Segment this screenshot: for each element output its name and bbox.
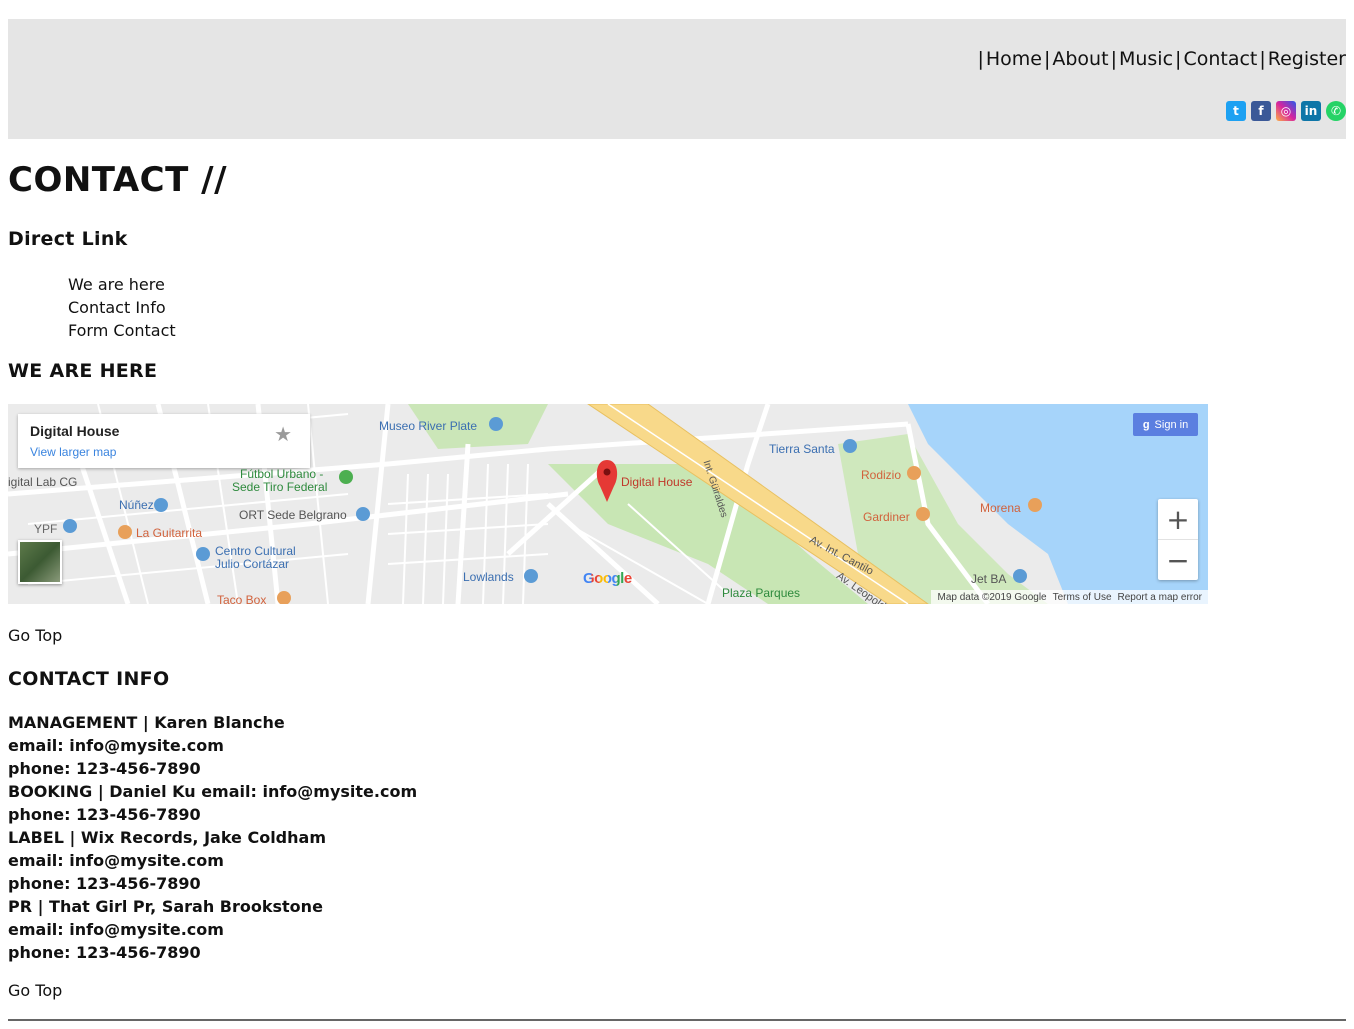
map-label: La Guitarrita	[136, 526, 203, 540]
contact-line: email: info@mysite.com	[8, 736, 224, 755]
map-label: YPF	[34, 522, 58, 536]
map-label: igital Lab CG	[8, 475, 78, 489]
zoom-out-button[interactable]: −	[1158, 540, 1198, 580]
view-larger-map-link[interactable]: View larger map	[30, 445, 116, 459]
map-label: Lowlands	[463, 570, 514, 584]
map-report-link[interactable]: Report a map error	[1118, 592, 1202, 603]
nav-separator: |	[1043, 48, 1051, 70]
contact-line: email: info@mysite.com	[8, 851, 224, 870]
contact-info-link[interactable]: Contact Info	[68, 298, 166, 317]
contact-info-heading: CONTACT INFO	[8, 668, 170, 690]
nav-separator: |	[1175, 48, 1182, 70]
main-nav: | Home | About | Music | Contact | Register	[975, 48, 1346, 70]
contact-line: phone: 123-456-7890	[8, 943, 201, 962]
map-label: Rodizio	[861, 468, 902, 482]
nav-separator: |	[1110, 48, 1117, 70]
nav-music-link[interactable]: Music	[1119, 48, 1173, 70]
contact-line: phone: 123-456-7890	[8, 874, 201, 893]
map-place-card: Digital House View larger map ★	[18, 414, 310, 468]
we-are-here-link[interactable]: We are here	[68, 275, 165, 294]
map-label: Centro Cultural	[215, 544, 296, 558]
map-place-name: Digital House	[30, 423, 120, 439]
facebook-icon[interactable]: f	[1251, 101, 1271, 121]
direct-link-heading: Direct Link	[8, 228, 128, 250]
form-contact-link[interactable]: Form Contact	[68, 321, 176, 340]
go-top-container: Go Top	[8, 981, 62, 1000]
map-sign-in-button[interactable]: g Sign in	[1133, 413, 1198, 436]
contact-info-block: MANAGEMENT | Karen Blanche email: info@m…	[8, 711, 417, 964]
direct-link-list: We are here Contact Info Form Contact	[68, 273, 176, 342]
linkedin-icon[interactable]: in	[1301, 101, 1321, 121]
whatsapp-icon[interactable]: ✆	[1326, 101, 1346, 121]
map-label: Morena	[980, 501, 1021, 515]
go-top-link[interactable]: Go Top	[8, 626, 62, 645]
contact-line: BOOKING | Daniel Ku email: info@mysite.c…	[8, 782, 418, 801]
twitter-icon[interactable]: t	[1226, 101, 1246, 121]
nav-separator: |	[1259, 48, 1266, 70]
go-top-container: Go Top	[8, 626, 62, 645]
we-are-here-heading: WE ARE HERE	[8, 360, 158, 382]
map-marker-label: Digital House	[621, 475, 693, 489]
google-logo-text: Google	[583, 570, 632, 587]
map-label: Fútbol Urbano -	[240, 467, 324, 481]
star-icon[interactable]: ★	[274, 422, 292, 446]
map-label: Taco Box	[217, 593, 267, 604]
social-links: t f ◎ in ✆	[1226, 101, 1346, 121]
nav-home-link[interactable]: Home	[986, 48, 1042, 70]
google-logo: Google	[583, 570, 632, 587]
contact-line: phone: 123-456-7890	[8, 805, 201, 824]
nav-separator: |	[977, 48, 984, 70]
contact-line: LABEL | Wix Records, Jake Coldham	[8, 828, 326, 847]
map-label: Núñez	[119, 498, 154, 512]
site-header: | Home | About | Music | Contact | Register t f ◎…	[8, 19, 1346, 139]
map-label: Museo River Plate	[379, 419, 478, 433]
map-label: Julio Cortázar	[215, 557, 290, 571]
nav-about-link[interactable]: About	[1052, 48, 1108, 70]
map-label: ORT Sede Belgrano	[239, 508, 347, 522]
page-title: CONTACT //	[8, 160, 227, 200]
contact-line: MANAGEMENT | Karen Blanche	[8, 713, 285, 732]
map-terms-link[interactable]: Terms of Use	[1053, 592, 1112, 603]
contact-line: PR | That Girl Pr, Sarah Brookstone	[8, 897, 323, 916]
google-g-icon: g	[1142, 418, 1150, 431]
map-zoom-control: + −	[1158, 499, 1198, 580]
map-label: Sede Tiro Federal	[232, 480, 328, 494]
list-item: Contact Info	[68, 296, 176, 319]
list-item: We are here	[68, 273, 176, 296]
contact-line: phone: 123-456-7890	[8, 759, 201, 778]
nav-register-link[interactable]: Register	[1268, 48, 1346, 70]
go-top-link[interactable]: Go Top	[8, 981, 62, 1000]
map-label: Plaza Parques	[722, 586, 801, 600]
zoom-in-button[interactable]: +	[1158, 499, 1198, 540]
list-item: Form Contact	[68, 319, 176, 342]
sign-in-label: Sign in	[1154, 418, 1189, 431]
satellite-toggle[interactable]	[18, 540, 62, 584]
embedded-map[interactable]: Museo River Plate Fútbol Urbano - Sede T…	[8, 404, 1208, 604]
instagram-icon[interactable]: ◎	[1276, 101, 1296, 121]
map-label: Tierra Santa	[769, 442, 835, 456]
map-attribution: Map data ©2019 Google	[937, 591, 1047, 603]
divider	[8, 1019, 1346, 1021]
map-label: Gardiner	[863, 510, 910, 524]
nav-contact-link[interactable]: Contact	[1183, 48, 1257, 70]
map-label: Jet BA	[971, 572, 1007, 586]
contact-line: email: info@mysite.com	[8, 920, 224, 939]
map-attribution-bar: Map data ©2019 Google Terms of Use Repor…	[931, 590, 1208, 604]
